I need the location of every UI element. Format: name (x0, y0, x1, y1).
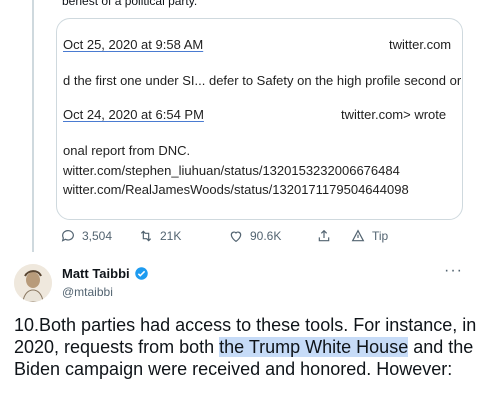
heart-icon (230, 231, 242, 243)
more-options-icon[interactable]: ··· (444, 262, 463, 280)
reply-button[interactable]: 3,504 (60, 228, 112, 244)
tweet-action-bar: 3,504 21K 90.6K Tip (58, 228, 478, 248)
like-button[interactable]: 90.6K (228, 228, 281, 244)
avatar-image-icon (14, 264, 52, 302)
email-link-line: witter.com/RealJamesWoods/status/1320171… (63, 182, 409, 197)
retweet-icon (140, 230, 152, 242)
like-count: 90.6K (250, 229, 282, 243)
email-address-2: twitter.com> wrote (341, 107, 447, 122)
verified-badge-icon (134, 267, 148, 280)
email-body-line: onal report from DNC. (63, 143, 191, 158)
tweet-body-text: 10.Both parties had access to these tool… (14, 314, 486, 380)
email-date-2: Oct 24, 2020 at 6:54 PM (63, 107, 204, 122)
share-icon (318, 229, 330, 242)
highlighted-text: the Trump White House (219, 337, 409, 357)
retweet-button[interactable]: 21K (138, 228, 181, 244)
avatar[interactable] (14, 264, 52, 302)
tip-label: Tip (372, 229, 389, 243)
tip-button[interactable]: Tip (350, 228, 388, 244)
email-address-1: twitter.com (389, 37, 452, 52)
tip-icon (351, 229, 365, 242)
reply-count: 3,504 (82, 229, 113, 243)
email-screenshot-image[interactable]: Oct 25, 2020 at 9:58 AM twitter.com d th… (56, 18, 463, 220)
author-name-text: Matt Taibbi (62, 266, 130, 281)
email-body-line: d the first one under SI... defer to Saf… (63, 73, 462, 88)
thread-connector-line (32, 0, 34, 252)
reply-icon (61, 230, 74, 242)
author-handle[interactable]: @mtaibbi (62, 285, 113, 299)
share-button[interactable] (316, 228, 332, 244)
email-date-1: Oct 25, 2020 at 9:58 AM (63, 37, 204, 52)
email-link-line: witter.com/stephen_liuhuan/status/132015… (63, 163, 400, 178)
retweet-count: 21K (160, 229, 182, 243)
author-name[interactable]: Matt Taibbi (62, 266, 149, 281)
previous-tweet-text-fragment: benest of a political party. (62, 0, 198, 8)
